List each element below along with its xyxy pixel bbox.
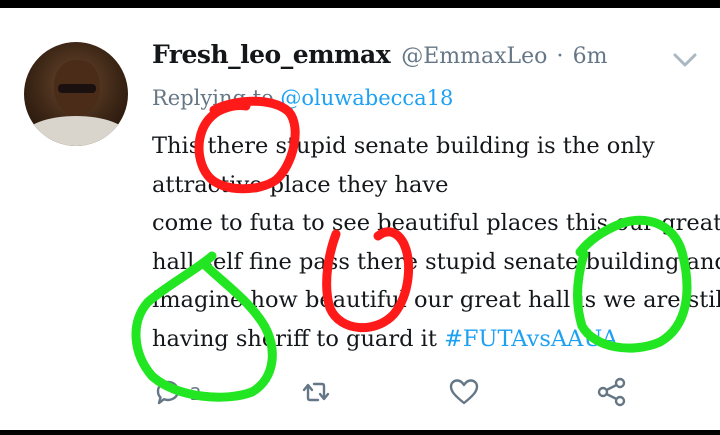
tweet-line: imagine how beautiful our great hall is … — [152, 287, 720, 313]
tweet-line: hall self fine pass there stupid senate … — [152, 248, 720, 275]
retweet-button[interactable] — [300, 376, 332, 412]
user-handle[interactable]: @EmmaxLeo — [401, 44, 547, 69]
reply-button[interactable]: 2 — [152, 376, 201, 412]
reply-icon — [152, 376, 184, 412]
tweet-line: come to futa to see beautiful places thi… — [152, 210, 720, 236]
chevron-down-icon[interactable] — [672, 50, 698, 70]
tweet-text: This there stupid senate building is the… — [152, 127, 720, 359]
bottom-border — [0, 430, 720, 435]
share-button[interactable] — [596, 376, 628, 412]
avatar[interactable] — [24, 42, 128, 146]
tweet-line-last: having sheriff to guard it #FUTAvsAAUA — [152, 320, 692, 359]
top-border — [0, 0, 720, 8]
like-button[interactable] — [448, 376, 480, 412]
share-icon — [596, 376, 628, 412]
reply-count: 2 — [190, 383, 202, 405]
reply-mention[interactable]: @oluwabecca18 — [280, 86, 453, 110]
reply-prefix: Replying to — [152, 86, 281, 110]
tweet-line: This there stupid senate building is the… — [152, 133, 655, 159]
hashtag-link[interactable]: #FUTAvsAAUA — [444, 326, 618, 352]
action-bar: 2 — [0, 376, 720, 416]
tweet-header: Fresh_leo_emmax @EmmaxLeo · 6m — [152, 40, 607, 72]
avatar-glasses — [58, 84, 96, 93]
avatar-shirt — [24, 116, 128, 146]
retweet-icon — [300, 376, 332, 412]
timestamp[interactable]: 6m — [573, 44, 608, 69]
tweet-line-text: having sheriff to guard it — [152, 325, 445, 352]
display-name[interactable]: Fresh_leo_emmax — [152, 40, 391, 69]
replying-to: Replying to @oluwabecca18 — [152, 86, 453, 110]
separator-dot: · — [556, 44, 564, 69]
tweet-line: attractive place they have — [152, 171, 449, 198]
heart-icon — [448, 376, 480, 412]
